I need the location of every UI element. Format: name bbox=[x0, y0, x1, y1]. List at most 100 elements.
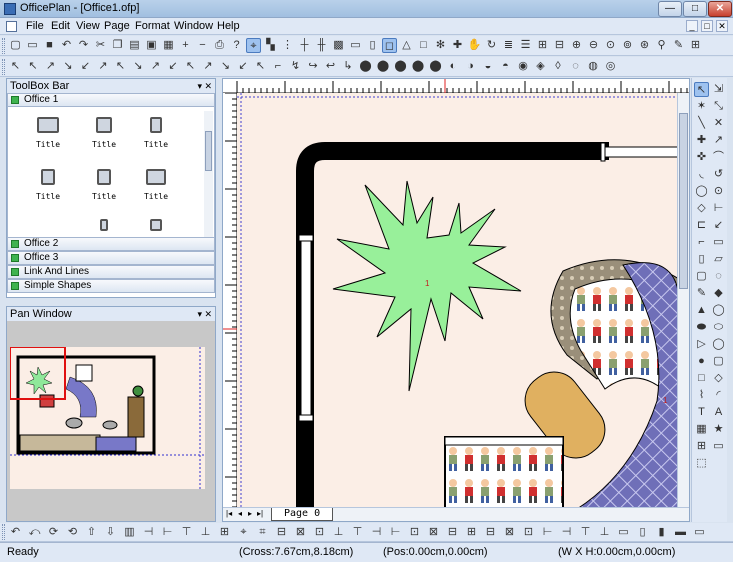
drawing-tool-icon[interactable]: ▯ bbox=[694, 252, 709, 267]
rotate-icon[interactable]: ↻ bbox=[484, 38, 499, 53]
toolbox-scrollbar[interactable] bbox=[204, 111, 213, 241]
text-frame-icon[interactable]: ▯ bbox=[365, 38, 380, 53]
grid-dots-icon[interactable]: ⋮ bbox=[280, 38, 295, 53]
toolbox-group-office-1[interactable]: Office 1 bbox=[7, 93, 215, 107]
menu-page[interactable]: Page bbox=[104, 20, 130, 32]
scrollbar-thumb[interactable] bbox=[679, 113, 688, 289]
select-mode-icon[interactable]: ▚ bbox=[263, 38, 278, 53]
drawing-tool-icon[interactable]: ◯ bbox=[711, 303, 726, 318]
drawing-tool-icon[interactable]: ▭ bbox=[711, 439, 726, 454]
zoom-out-minus-icon[interactable]: − bbox=[195, 38, 210, 53]
connector-tool-icon[interactable]: ↳ bbox=[341, 59, 356, 74]
align-tool-icon[interactable]: ⌗ bbox=[255, 525, 270, 540]
floorplan-page[interactable]: 1 1 bbox=[237, 93, 679, 509]
align-tool-icon[interactable]: ⊤ bbox=[179, 525, 194, 540]
menu-edit[interactable]: Edit bbox=[51, 20, 70, 32]
shape-item[interactable]: Title bbox=[28, 169, 68, 201]
connector-tool-icon[interactable]: ↖ bbox=[26, 59, 41, 74]
last-page-button[interactable]: ▸| bbox=[257, 509, 263, 518]
scrollbar-thumb[interactable] bbox=[205, 131, 212, 171]
connector-tool-icon[interactable]: ⬤ bbox=[428, 59, 443, 74]
canvas-vertical-scrollbar[interactable] bbox=[677, 93, 689, 509]
page-view-icon[interactable]: ▣ bbox=[144, 38, 159, 53]
drawing-tool-icon[interactable]: ✎ bbox=[694, 286, 709, 301]
drawing-tool-icon[interactable]: T bbox=[694, 405, 709, 420]
drawing-tool-icon[interactable]: ✚ bbox=[694, 133, 709, 148]
align-tool-icon[interactable]: ⊥ bbox=[331, 525, 346, 540]
drawing-tool-icon[interactable]: ◆ bbox=[711, 286, 726, 301]
grid-select-icon[interactable]: ⊞ bbox=[535, 38, 550, 53]
align-tool-icon[interactable]: ⊢ bbox=[540, 525, 555, 540]
connector-tool-icon[interactable]: ↖ bbox=[253, 59, 268, 74]
paste-icon[interactable]: ▤ bbox=[127, 38, 142, 53]
align-tool-icon[interactable]: ▮ bbox=[654, 525, 669, 540]
print-icon[interactable]: ⎙ bbox=[212, 38, 227, 53]
drawing-tool-icon[interactable]: ◟ bbox=[694, 167, 709, 182]
align-tool-icon[interactable]: ▯ bbox=[635, 525, 650, 540]
drawing-tool-icon[interactable]: ● bbox=[694, 354, 709, 369]
align-tool-icon[interactable]: ⊞ bbox=[464, 525, 479, 540]
align-tool-icon[interactable]: ↶ bbox=[8, 525, 23, 540]
drawing-tool-icon[interactable]: ⌒ bbox=[711, 150, 726, 165]
new-icon[interactable]: ▢ bbox=[8, 38, 23, 53]
drawing-tool-icon[interactable]: ⤡ bbox=[711, 99, 726, 114]
zoom-out-icon[interactable]: ⊖ bbox=[586, 38, 601, 53]
shape-item[interactable]: Title bbox=[136, 169, 176, 201]
drawing-tool-icon[interactable]: ▭ bbox=[711, 235, 726, 250]
connector-tool-icon[interactable]: ↖ bbox=[183, 59, 198, 74]
align-tool-icon[interactable]: ⊥ bbox=[597, 525, 612, 540]
connector-tool-icon[interactable]: ↖ bbox=[8, 59, 23, 74]
drawing-tool-icon[interactable]: ▲ bbox=[694, 303, 709, 318]
prev-page-button[interactable]: ◂ bbox=[238, 509, 242, 518]
connector-tool-icon[interactable]: ↘ bbox=[218, 59, 233, 74]
drawing-tool-icon[interactable]: ⊢ bbox=[711, 201, 726, 216]
mdi-restore-button[interactable]: □ bbox=[701, 20, 713, 32]
drawing-tool-icon[interactable]: ╲ bbox=[694, 116, 709, 131]
shape-item[interactable]: Title bbox=[136, 117, 176, 149]
mdi-minimize-button[interactable]: _ bbox=[686, 20, 698, 32]
connector-tool-icon[interactable]: ◎ bbox=[603, 59, 618, 74]
drawing-tool-icon[interactable]: ⊙ bbox=[711, 184, 726, 199]
connector-tool-icon[interactable]: ◍ bbox=[586, 59, 601, 74]
connector-tool-icon[interactable]: ⌐ bbox=[271, 59, 286, 74]
drawing-tool-icon[interactable]: ⌇ bbox=[694, 388, 709, 403]
shape-item[interactable]: Title bbox=[28, 117, 68, 149]
align-tool-icon[interactable]: ⊤ bbox=[578, 525, 593, 540]
shape-item[interactable] bbox=[136, 219, 176, 238]
connector-tool-icon[interactable]: ◉ bbox=[516, 59, 531, 74]
connector-tool-icon[interactable]: ↙ bbox=[236, 59, 251, 74]
toolbox-panel-controls[interactable]: ▾ ✕ bbox=[197, 79, 212, 93]
align-tool-icon[interactable]: ⊡ bbox=[312, 525, 327, 540]
connector-tool-icon[interactable]: ◐ bbox=[446, 59, 461, 74]
connector-tool-icon[interactable]: ↘ bbox=[61, 59, 76, 74]
undo-icon[interactable]: ↶ bbox=[59, 38, 74, 53]
align-tool-icon[interactable]: ⊡ bbox=[521, 525, 536, 540]
drawing-tool-icon[interactable]: ⬭ bbox=[711, 320, 726, 335]
connector-tool-icon[interactable]: ↯ bbox=[288, 59, 303, 74]
align-tool-icon[interactable]: ⊣ bbox=[559, 525, 574, 540]
gear-icon[interactable]: ✻ bbox=[433, 38, 448, 53]
zoom-fit-icon[interactable]: ⊙ bbox=[603, 38, 618, 53]
connector-tool-icon[interactable]: ⬤ bbox=[393, 59, 408, 74]
menu-view[interactable]: View bbox=[76, 20, 100, 32]
menu-format[interactable]: Format bbox=[135, 20, 170, 32]
drawing-tool-icon[interactable]: ◜ bbox=[711, 388, 726, 403]
connector-tool-icon[interactable]: ⬤ bbox=[411, 59, 426, 74]
group-icon[interactable]: ▩ bbox=[331, 38, 346, 53]
drawing-tool-icon[interactable]: ◇ bbox=[711, 371, 726, 386]
align-tool-icon[interactable]: ⊟ bbox=[483, 525, 498, 540]
hand-icon[interactable]: ✋ bbox=[467, 38, 482, 53]
align-tool-icon[interactable]: ⊞ bbox=[217, 525, 232, 540]
maximize-button[interactable]: □ bbox=[683, 1, 707, 17]
drawing-tool-icon[interactable]: ↗ bbox=[711, 133, 726, 148]
align-tool-icon[interactable]: ⊟ bbox=[445, 525, 460, 540]
align-tool-icon[interactable]: ⇧ bbox=[84, 525, 99, 540]
connector-tool-icon[interactable]: ↙ bbox=[166, 59, 181, 74]
zoom-in-icon[interactable]: ⊕ bbox=[569, 38, 584, 53]
menu-window[interactable]: Window bbox=[174, 20, 213, 32]
connector-tool-icon[interactable]: ↪ bbox=[306, 59, 321, 74]
drawing-tool-icon[interactable]: ◯ bbox=[711, 337, 726, 352]
align-tool-icon[interactable]: ⊤ bbox=[350, 525, 365, 540]
align-tool-icon[interactable]: ⊥ bbox=[198, 525, 213, 540]
zoom-in-plus-icon[interactable]: + bbox=[178, 38, 193, 53]
